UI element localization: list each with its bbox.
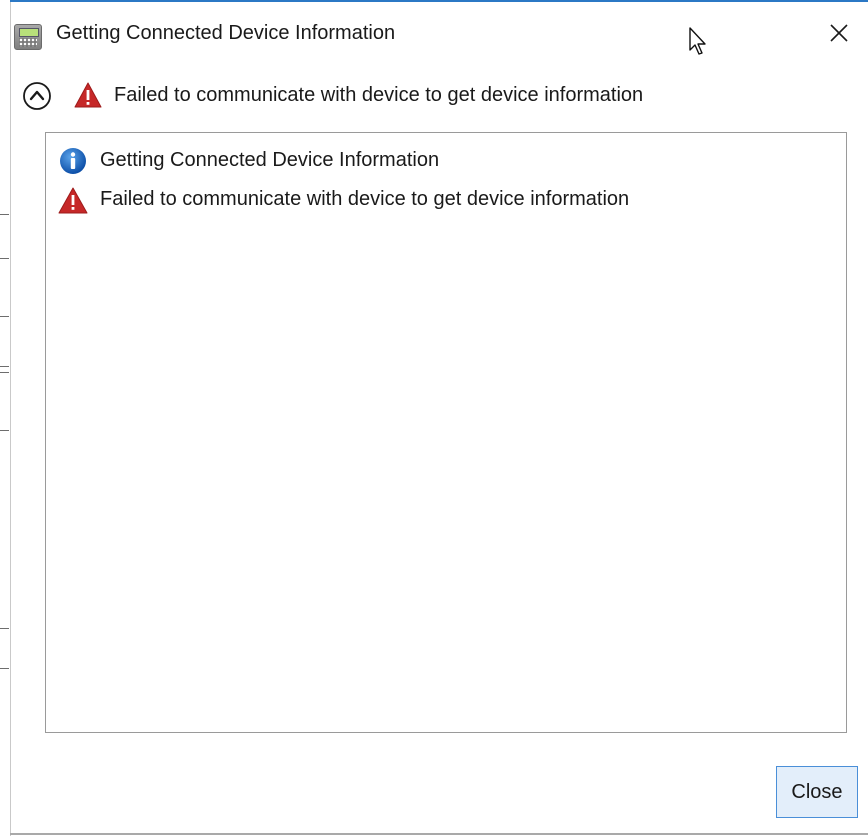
close-icon[interactable] (824, 18, 854, 48)
info-icon (58, 147, 88, 175)
background-window-edge (0, 0, 11, 836)
chevron-up-icon[interactable] (22, 81, 52, 111)
window-bottom-border (10, 833, 868, 835)
warning-icon (58, 186, 88, 214)
status-summary: Failed to communicate with device to get… (22, 78, 842, 112)
log-entry: Getting Connected Device Information (58, 145, 838, 175)
summary-message: Failed to communicate with device to get… (114, 84, 644, 106)
mouse-pointer-icon (688, 26, 708, 56)
close-button[interactable]: Close (776, 766, 858, 818)
log-entry-text: Failed to communicate with device to get… (100, 188, 630, 210)
log-list[interactable]: Getting Connected Device Information Fai… (45, 132, 847, 733)
device-keypad-icon (14, 24, 42, 50)
dialog-title: Getting Connected Device Information (56, 22, 396, 44)
log-entry: Failed to communicate with device to get… (58, 184, 838, 214)
log-entry-text: Getting Connected Device Information (100, 149, 440, 171)
warning-icon (74, 82, 102, 108)
dialog-window: Getting Connected Device Information Fai… (0, 0, 868, 836)
title-bar[interactable]: Getting Connected Device Information (10, 2, 868, 66)
